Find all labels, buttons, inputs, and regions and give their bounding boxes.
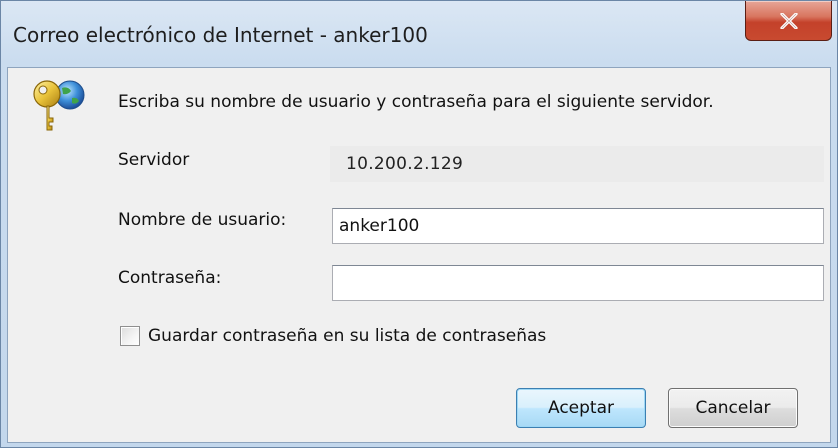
accept-button[interactable]: Aceptar [516,388,646,428]
close-button[interactable] [745,1,832,41]
login-dialog-window: Correo electrónico de Internet - anker10… [0,0,838,448]
save-password-option[interactable]: Guardar contraseña en su lista de contra… [120,324,546,348]
username-label: Nombre de usuario: [118,210,287,230]
cancel-button[interactable]: Cancelar [668,388,798,428]
save-password-checkbox[interactable] [120,326,140,346]
password-field[interactable] [332,265,824,301]
key-globe-icon [33,80,85,131]
window-title: Correo electrónico de Internet - anker10… [13,23,428,47]
save-password-label: Guardar contraseña en su lista de contra… [148,326,547,346]
username-field[interactable]: anker100 [332,208,824,244]
password-label: Contraseña: [118,268,222,288]
close-icon [779,12,798,29]
server-label: Servidor [118,150,190,170]
instruction-text: Escriba su nombre de usuario y contraseñ… [118,92,714,112]
dialog-body: Escriba su nombre de usuario y contraseñ… [7,67,831,443]
server-value: 10.200.2.129 [330,146,824,182]
title-bar[interactable]: Correo electrónico de Internet - anker10… [1,1,837,67]
